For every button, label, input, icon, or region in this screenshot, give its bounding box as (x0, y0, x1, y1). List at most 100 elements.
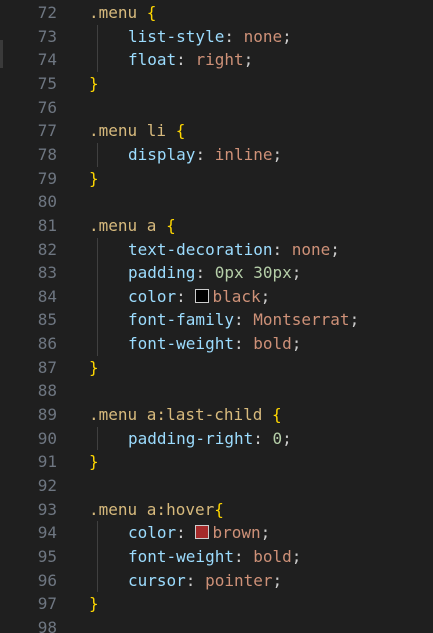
line-number: 94 (37, 523, 57, 543)
code-line[interactable]: 96 cursor: pointer; (0, 569, 433, 593)
code-line[interactable]: 97} (0, 592, 433, 616)
brace-open: { (214, 499, 224, 519)
indent-guide (97, 521, 98, 593)
color-swatch-black[interactable] (195, 288, 210, 303)
line-number: 80 (37, 192, 57, 212)
css-value: black (212, 286, 261, 306)
css-property: text-decoration (128, 239, 273, 259)
css-selector: .menu a:hover (89, 499, 215, 519)
css-property: font-family (128, 310, 234, 330)
line-number: 87 (37, 357, 57, 377)
code-line[interactable]: 85 font-family: Montserrat; (0, 308, 433, 332)
semicolon: ; (272, 570, 283, 590)
colon: : (195, 144, 215, 164)
line-number: 82 (37, 239, 57, 259)
line-number: 78 (37, 144, 57, 164)
line-number: 75 (37, 73, 57, 93)
code-line[interactable]: 87} (0, 356, 433, 380)
colon: : (224, 26, 244, 46)
code-text: .menu a:last-child { (89, 403, 282, 427)
css-value: inline (214, 144, 273, 164)
line-number: 91 (37, 452, 57, 472)
code-text: } (89, 450, 99, 474)
brace-close: } (89, 357, 99, 377)
semicolon: ; (282, 26, 292, 46)
line-number: 89 (37, 405, 57, 425)
css-property: padding-right (128, 428, 254, 448)
css-value: brown (212, 523, 261, 543)
line-number: 92 (37, 476, 57, 495)
css-selector: .menu (89, 3, 147, 22)
line-number: 79 (37, 168, 57, 188)
brace-close: } (89, 73, 99, 93)
code-line[interactable]: 76 (0, 96, 433, 120)
code-line[interactable]: 72 .menu { (0, 1, 433, 25)
code-text: } (89, 356, 99, 380)
code-line[interactable]: 77 .menu li { (0, 119, 433, 143)
code-text: float: right; (128, 48, 253, 72)
code-line[interactable]: 86 font-weight: bold; (0, 332, 433, 356)
colon: : (233, 334, 254, 354)
semicolon: ; (260, 286, 271, 306)
css-value: bold (253, 546, 292, 566)
code-line[interactable]: 78 display: inline; (0, 143, 433, 167)
code-line[interactable]: 92 (0, 474, 433, 498)
code-text: .menu { (89, 1, 156, 25)
line-number: 77 (37, 121, 57, 141)
color-swatch-brown[interactable] (195, 525, 210, 540)
colon: : (233, 546, 254, 566)
css-property: float (128, 50, 177, 70)
css-property: cursor (128, 570, 186, 590)
code-text: padding-right: 0; (128, 427, 292, 451)
line-number: 93 (37, 499, 57, 519)
line-number: 97 (37, 594, 57, 614)
css-number: 0 (272, 428, 283, 448)
line-number: 76 (37, 97, 57, 117)
code-line[interactable]: 80 (0, 190, 433, 214)
code-editor[interactable]: 72 .menu {73 list-style: none; 74 float: rig… (0, 0, 433, 633)
code-line[interactable]: 98 (0, 616, 433, 633)
code-line[interactable]: 74 float: right; (0, 48, 433, 72)
code-line[interactable]: 94 color: brown; (0, 521, 433, 545)
css-property: padding (128, 263, 196, 283)
code-text: } (89, 167, 99, 191)
css-property: color (128, 286, 177, 306)
code-line[interactable]: 88 (0, 379, 433, 403)
code-line[interactable]: 83 padding: 0px 30px; (0, 261, 433, 285)
colon: : (176, 523, 196, 543)
code-line[interactable]: 82 text-decoration: none; (0, 238, 433, 262)
code-line[interactable]: 95 font-weight: bold; (0, 545, 433, 569)
code-text: .menu a:hover{ (89, 498, 224, 522)
code-line[interactable]: 75} (0, 72, 433, 96)
line-number: 85 (37, 310, 57, 330)
code-line[interactable]: 79} (0, 167, 433, 191)
brace-open: { (166, 215, 176, 235)
css-value: none (291, 239, 331, 259)
code-text: font-weight: bold; (128, 332, 301, 356)
css-number: 30px (253, 263, 292, 283)
css-value: pointer (205, 570, 273, 590)
line-number: 95 (37, 546, 57, 566)
code-line[interactable]: 90 padding-right: 0; (0, 427, 433, 451)
code-text: font-weight: bold; (128, 545, 301, 569)
code-line[interactable]: 91} (0, 450, 433, 474)
code-line[interactable]: 73 list-style: none; (0, 25, 433, 49)
code-line[interactable]: 84 color: black; (0, 285, 433, 309)
line-number: 98 (37, 617, 57, 633)
code-line[interactable]: 93 .menu a:hover{ (0, 498, 433, 522)
code-text: font-family: Montserrat; (128, 308, 359, 332)
css-value: right (195, 50, 244, 70)
css-property: color (128, 523, 177, 543)
code-line[interactable]: 89 .menu a:last-child { (0, 403, 433, 427)
code-line[interactable]: 81 .menu a { (0, 214, 433, 238)
semicolon: ; (243, 50, 254, 70)
colon: : (233, 310, 254, 330)
semicolon: ; (349, 310, 360, 330)
css-selector: .menu a (89, 215, 167, 235)
code-text: .menu a { (89, 214, 176, 238)
line-number: 86 (37, 334, 57, 354)
colon: : (176, 286, 196, 306)
code-text: color: black; (128, 285, 270, 309)
code-text: list-style: none; (128, 25, 292, 49)
code-text: padding: 0px 30px; (128, 261, 301, 285)
